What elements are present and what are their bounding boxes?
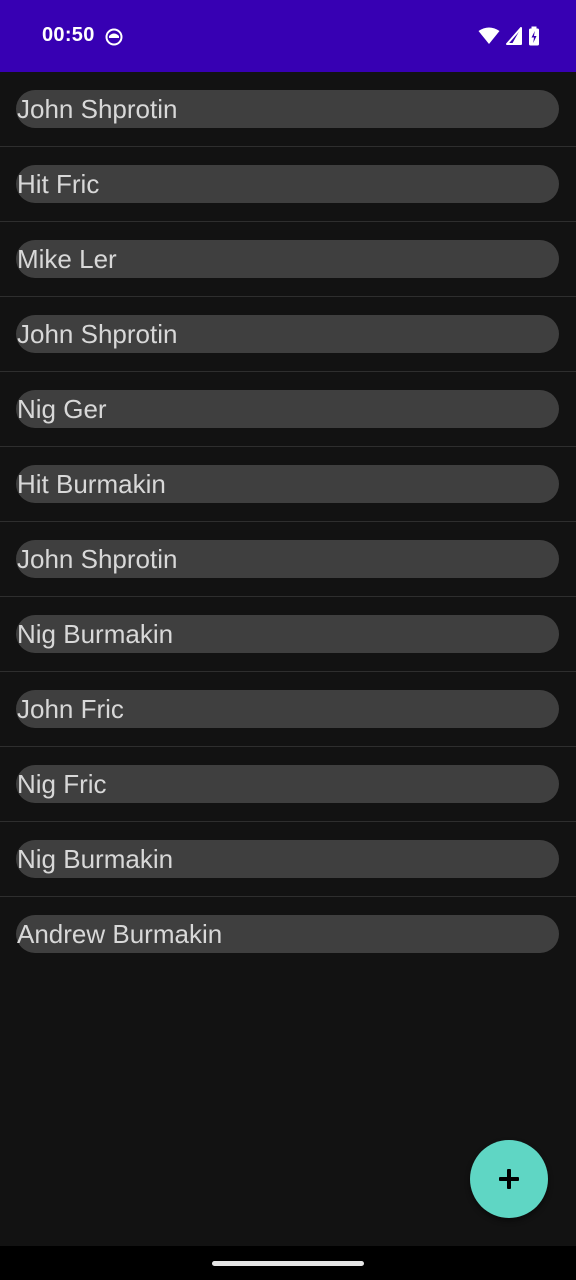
list-item[interactable]: Mike Ler — [0, 222, 576, 297]
list-item-pill[interactable]: Mike Ler — [16, 240, 559, 278]
list-item[interactable]: Nig Burmakin — [0, 597, 576, 672]
add-button[interactable] — [470, 1140, 548, 1218]
list-item[interactable]: Nig Burmakin — [0, 822, 576, 897]
list-item-label: Hit Fric — [17, 169, 100, 199]
list-item-label: Mike Ler — [17, 244, 117, 274]
list-item[interactable]: John Shprotin — [0, 297, 576, 372]
plus-icon — [499, 1169, 519, 1189]
wifi-icon — [478, 27, 500, 44]
list-item[interactable]: John Shprotin — [0, 522, 576, 597]
list-item-label: John Shprotin — [17, 94, 178, 124]
cellular-signal-icon — [506, 27, 522, 45]
person-list: John Shprotin Hit Fric Mike Ler John Shp… — [0, 72, 576, 971]
list-item-pill[interactable]: Nig Burmakin — [16, 840, 559, 878]
gesture-handle[interactable] — [212, 1261, 364, 1266]
list-item[interactable]: Hit Fric — [0, 147, 576, 222]
list-item-label: Nig Ger — [17, 394, 107, 424]
list-item-pill[interactable]: Andrew Burmakin — [16, 915, 559, 953]
list-item-label: Nig Fric — [17, 769, 107, 799]
list-item-pill[interactable]: Hit Burmakin — [16, 465, 559, 503]
list-item-pill[interactable]: Hit Fric — [16, 165, 559, 203]
list-item-label: Andrew Burmakin — [17, 919, 223, 949]
status-icons — [478, 26, 540, 46]
list-item[interactable]: Andrew Burmakin — [0, 897, 576, 971]
list-item-label: John Shprotin — [17, 544, 178, 574]
list-item-pill[interactable]: Nig Burmakin — [16, 615, 559, 653]
list-item-pill[interactable]: John Shprotin — [16, 540, 559, 578]
list-item-pill[interactable]: Nig Ger — [16, 390, 559, 428]
list-item-label: Hit Burmakin — [17, 469, 166, 499]
list-item[interactable]: Nig Fric — [0, 747, 576, 822]
status-bar: 00:50 — [0, 0, 576, 72]
status-time: 00:50 — [42, 24, 95, 46]
list-item-pill[interactable]: John Shprotin — [16, 315, 559, 353]
list-item[interactable]: John Shprotin — [0, 72, 576, 147]
list-item-label: Nig Burmakin — [17, 619, 174, 649]
navigation-bar — [0, 1246, 576, 1280]
list-item-label: John Fric — [17, 694, 124, 724]
app-notification-icon — [105, 28, 123, 46]
list-item[interactable]: John Fric — [0, 672, 576, 747]
list-item[interactable]: Nig Ger — [0, 372, 576, 447]
battery-charging-icon — [529, 26, 539, 46]
list-item[interactable]: Hit Burmakin — [0, 447, 576, 522]
list-item-pill[interactable]: Nig Fric — [16, 765, 559, 803]
list-item-pill[interactable]: John Shprotin — [16, 90, 559, 128]
list-item-pill[interactable]: John Fric — [16, 690, 559, 728]
list-item-label: John Shprotin — [17, 319, 178, 349]
list-item-label: Nig Burmakin — [17, 844, 174, 874]
